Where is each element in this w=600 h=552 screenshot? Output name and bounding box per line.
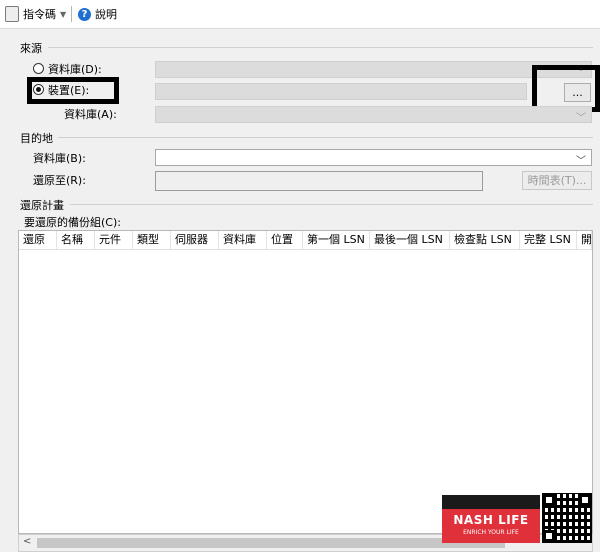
grid-header-row: 還原 名稱 元件 類型 伺服器 資料庫 位置 第一個 LSN 最後一個 LSN …	[19, 231, 592, 250]
source-database-dropdown[interactable]: ﹀	[155, 61, 592, 79]
logo-tagline: ENRICH YOUR LIFE	[463, 529, 519, 536]
toolbar-separator	[71, 6, 72, 22]
chevron-down-icon: ﹀	[576, 156, 586, 167]
highlight-box-device	[27, 77, 119, 104]
scrollbar-thumb[interactable]	[37, 538, 505, 548]
column-header-component[interactable]: 元件	[95, 231, 133, 249]
script-label: 指令碼	[23, 8, 56, 21]
chevron-down-icon: ﹀	[576, 113, 586, 124]
device-path-field[interactable]	[155, 83, 527, 100]
column-header-first-lsn[interactable]: 第一個 LSN	[303, 231, 370, 249]
highlight-box-browse	[532, 65, 600, 112]
qr-eye	[543, 530, 555, 542]
help-label: 說明	[95, 8, 117, 21]
backup-sets-label: 要還原的備份組(C):	[24, 216, 121, 229]
column-header-full-lsn[interactable]: 完整 LSN	[520, 231, 577, 249]
restore-to-label: 還原至(R):	[33, 174, 86, 187]
column-header-database[interactable]: 資料庫	[219, 231, 267, 249]
column-header-server[interactable]: 伺服器	[171, 231, 219, 249]
column-header-name[interactable]: 名稱	[57, 231, 95, 249]
database-radio-label: 資料庫(D):	[48, 63, 102, 76]
destination-divider	[58, 137, 593, 138]
help-button[interactable]: ? 說明	[78, 4, 117, 24]
column-header-checkpoint-lsn[interactable]: 檢查點 LSN	[450, 231, 520, 249]
device-database-label: 資料庫(A):	[64, 108, 117, 121]
help-icon: ?	[78, 7, 91, 21]
backup-sets-grid[interactable]: 還原 名稱 元件 類型 伺服器 資料庫 位置 第一個 LSN 最後一個 LSN …	[18, 230, 593, 534]
destination-database-dropdown[interactable]: ﹀	[155, 149, 592, 167]
qr-eye	[543, 494, 555, 506]
column-header-truncated[interactable]: 開	[577, 231, 592, 249]
watermark-logo: NASH LIFE ENRICH YOUR LIFE	[442, 495, 540, 543]
column-header-type[interactable]: 類型	[133, 231, 171, 249]
source-divider	[48, 47, 593, 48]
restore-plan-section-title: 還原計畫	[20, 199, 64, 212]
destination-section-title: 目的地	[20, 132, 53, 145]
database-radio[interactable]	[33, 63, 44, 74]
column-header-last-lsn[interactable]: 最後一個 LSN	[370, 231, 450, 249]
restore-plan-divider	[70, 204, 593, 205]
column-header-position[interactable]: 位置	[267, 231, 303, 249]
chevron-down-icon[interactable]: ▼	[60, 10, 66, 19]
qr-eye	[579, 494, 591, 506]
script-icon	[5, 6, 19, 22]
toolbar: 指令碼 ▼ ? 說明	[0, 0, 600, 29]
logo-brand: NASH LIFE	[453, 513, 529, 527]
column-header-restore[interactable]: 還原	[19, 231, 57, 249]
restore-to-field[interactable]	[155, 171, 483, 191]
qr-code-icon	[542, 493, 592, 543]
scroll-left-icon[interactable]: <	[23, 536, 31, 547]
destination-database-label: 資料庫(B):	[33, 152, 86, 165]
logo-top-band	[442, 495, 540, 509]
device-database-dropdown[interactable]: ﹀	[155, 106, 592, 124]
timeline-button[interactable]: 時間表(T)...	[522, 171, 592, 190]
script-button[interactable]: 指令碼 ▼	[5, 4, 66, 24]
source-section-title: 來源	[20, 42, 42, 55]
